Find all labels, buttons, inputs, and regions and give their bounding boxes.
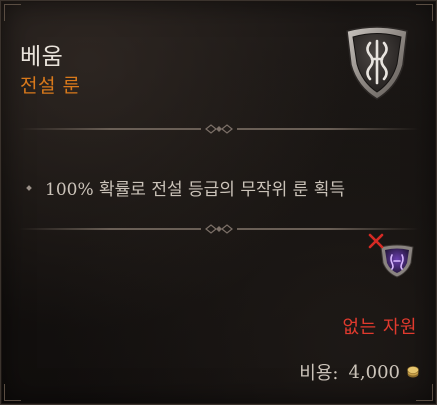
section-divider bbox=[19, 122, 419, 136]
item-name: 베움 bbox=[20, 44, 64, 70]
cost-label: 비용: bbox=[299, 363, 339, 384]
missing-resource-warning: 없는 자원 bbox=[342, 317, 417, 338]
cost-value: 4,000 bbox=[348, 361, 400, 383]
corner-ornament bbox=[416, 4, 433, 21]
divider-ornament-icon bbox=[205, 224, 233, 234]
divider-ornament-icon bbox=[205, 124, 233, 134]
corner-ornament bbox=[4, 4, 21, 21]
cost-row: 비용: 4,000 bbox=[299, 359, 420, 385]
rune-shield-icon bbox=[346, 26, 408, 100]
effect-text: 100% 확률로 전설 등급의 무작위 룬 획득 bbox=[45, 180, 345, 200]
corner-ornament bbox=[416, 384, 433, 401]
section-divider bbox=[19, 222, 419, 236]
item-effect: 100% 확률로 전설 등급의 무작위 룬 획득 bbox=[26, 175, 345, 200]
bullet-icon bbox=[26, 184, 32, 191]
item-type: 전설 룬 bbox=[20, 75, 81, 97]
socket-unavailable-icon bbox=[368, 233, 414, 278]
item-tooltip: 베움 전설 룬 100% 확률로 전설 등급의 무작위 룬 획득 없는 자원 비… bbox=[0, 0, 437, 405]
corner-ornament bbox=[4, 384, 21, 401]
gold-coin-icon bbox=[407, 366, 419, 378]
